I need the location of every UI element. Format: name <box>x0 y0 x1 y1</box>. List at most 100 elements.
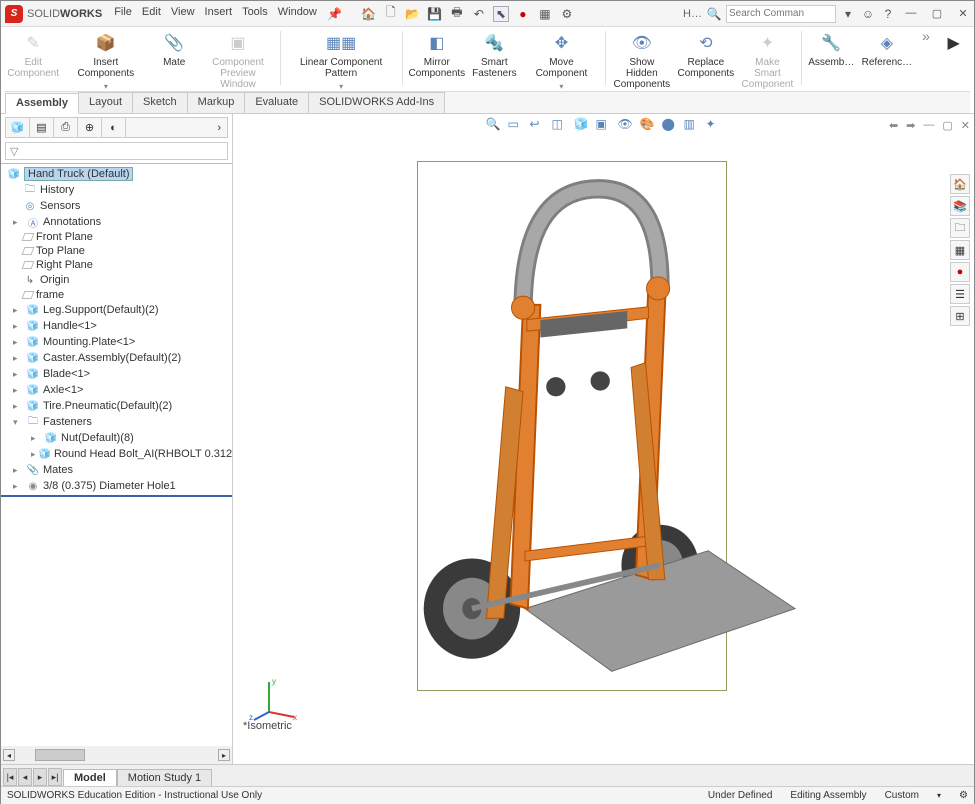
collapse-icon[interactable]: ▾ <box>13 417 23 428</box>
home-icon[interactable]: 🏠 <box>361 6 377 22</box>
doc-restore-icon[interactable]: — <box>923 119 934 131</box>
tree-blade[interactable]: ▸🧊Blade<1> <box>1 366 232 382</box>
tree-hole[interactable]: ▸◉3/8 (0.375) Diameter Hole1 <box>1 478 232 497</box>
tab-markup[interactable]: Markup <box>187 92 246 113</box>
tab-scroll-left-icon[interactable]: ◂ <box>18 768 32 786</box>
zoom-fit-icon[interactable]: 🔍 <box>486 117 502 133</box>
property-manager-tab[interactable]: ▤ <box>30 118 54 137</box>
tab-motion-study[interactable]: Motion Study 1 <box>117 769 212 786</box>
tab-scroll-right-icon[interactable]: ▸ <box>33 768 47 786</box>
tree-bolt[interactable]: ▸🧊Round Head Bolt_AI(RHBOLT 0.312 <box>1 446 232 462</box>
tree-annotations[interactable]: ▸ⒶAnnotations <box>1 214 232 230</box>
tab-scroll-end-icon[interactable]: ▸| <box>48 768 62 786</box>
menu-edit[interactable]: Edit <box>142 6 161 22</box>
overflow-button[interactable]: » <box>917 29 936 44</box>
chevron-down-icon[interactable]: ▾ <box>559 81 563 91</box>
make-smart-button[interactable]: ✦Make Smart Component <box>738 29 796 91</box>
print-icon[interactable]: 🖶 <box>449 6 465 22</box>
expand-icon[interactable]: ▸ <box>13 401 23 412</box>
doc-max-icon[interactable]: ▢ <box>942 119 952 132</box>
view-settings-icon[interactable]: ▥ <box>684 117 700 133</box>
status-units[interactable]: Custom <box>885 790 919 801</box>
model-hand-truck[interactable] <box>237 136 948 734</box>
tree-leg-support[interactable]: ▸🧊Leg.Support(Default)(2) <box>1 302 232 318</box>
open-icon[interactable]: 📂 <box>405 6 421 22</box>
move-component-button[interactable]: ✥Move Component▾ <box>521 29 601 91</box>
tree-frame[interactable]: frame <box>1 288 232 302</box>
view-palette-tab[interactable]: ▦ <box>950 240 970 260</box>
expand-icon[interactable]: ▸ <box>13 321 23 332</box>
component-preview-button[interactable]: ▣Component Preview Window <box>200 29 276 91</box>
minimize-icon[interactable]: — <box>904 7 918 20</box>
view-orientation-icon[interactable]: 🧊 <box>574 117 590 133</box>
tree-root[interactable]: 🧊Hand Truck (Default) <box>1 166 232 182</box>
file-explorer-tab[interactable]: 🗀 <box>950 218 970 238</box>
settings-icon[interactable]: ⚙ <box>559 6 575 22</box>
previous-view-icon[interactable]: ↩ <box>530 117 546 133</box>
sidebar-hscrollbar[interactable]: ◂ ▸ <box>1 746 232 764</box>
tree-handle[interactable]: ▸🧊Handle<1> <box>1 318 232 334</box>
zoom-area-icon[interactable]: ▭ <box>508 117 524 133</box>
tab-addins[interactable]: SOLIDWORKS Add-Ins <box>308 92 445 113</box>
scroll-thumb[interactable] <box>35 749 85 761</box>
manager-expand[interactable]: › <box>126 118 227 137</box>
hide-show-icon[interactable]: 👁 <box>618 117 634 133</box>
expand-icon[interactable]: ▸ <box>13 217 23 228</box>
design-library-tab[interactable]: 📚 <box>950 196 970 216</box>
scroll-left-icon[interactable]: ◂ <box>3 749 15 761</box>
tree-fasteners[interactable]: ▾🗀Fasteners <box>1 414 232 430</box>
tab-sketch[interactable]: Sketch <box>132 92 188 113</box>
scroll-right-icon[interactable]: ▸ <box>218 749 230 761</box>
chevron-down-icon[interactable]: ▾ <box>339 81 343 91</box>
menu-tools[interactable]: Tools <box>242 6 268 22</box>
tree-history[interactable]: 🗀History <box>1 182 232 198</box>
mirror-components-button[interactable]: ◧Mirror Components <box>406 29 467 81</box>
dimxpert-manager-tab[interactable]: ⊕ <box>78 118 102 137</box>
status-dropdown-icon[interactable]: ▾ <box>937 791 941 800</box>
tab-scroll-start-icon[interactable]: |◂ <box>3 768 17 786</box>
options-icon[interactable]: ▦ <box>537 6 553 22</box>
mate-button[interactable]: 📎Mate <box>150 29 198 70</box>
tree-origin[interactable]: ↳Origin <box>1 272 232 288</box>
search-dropdown-icon[interactable]: ▾ <box>840 6 856 22</box>
pin-icon[interactable]: 📌 <box>327 6 343 22</box>
save-icon[interactable]: 💾 <box>427 6 443 22</box>
expand-icon[interactable]: ▸ <box>13 369 23 380</box>
expand-icon[interactable]: ▸ <box>13 385 23 396</box>
new-icon[interactable]: 🗋 <box>383 6 399 22</box>
expand-icon[interactable]: ▸ <box>13 481 23 492</box>
menu-file[interactable]: File <box>114 6 132 22</box>
search-input[interactable] <box>726 5 836 23</box>
tree-filter[interactable]: ▽ <box>5 142 228 160</box>
expand-icon[interactable]: ▸ <box>13 465 23 476</box>
insert-components-button[interactable]: 📦Insert Components▾ <box>63 29 148 91</box>
apply-scene-icon[interactable]: ⬤ <box>662 117 678 133</box>
undo-icon[interactable]: ↶ <box>471 6 487 22</box>
expand-icon[interactable]: ▸ <box>31 433 41 444</box>
resources-tab[interactable]: 🏠 <box>950 174 970 194</box>
smart-fasteners-button[interactable]: 🔩Smart Fasteners <box>469 29 519 81</box>
expand-icon[interactable]: ▸ <box>13 353 23 364</box>
tree-tire[interactable]: ▸🧊Tire.Pneumatic(Default)(2) <box>1 398 232 414</box>
reference-geometry-button[interactable]: ◈Referenc… <box>859 29 915 70</box>
show-hidden-button[interactable]: 👁Show Hidden Components <box>610 29 673 91</box>
tree-mounting-plate[interactable]: ▸🧊Mounting.Plate<1> <box>1 334 232 350</box>
tree-nut[interactable]: ▸🧊Nut(Default)(8) <box>1 430 232 446</box>
assembly-features-button[interactable]: 🔧Assemb… <box>805 29 857 70</box>
maximize-icon[interactable]: ▢ <box>930 7 944 20</box>
doc-close-icon[interactable]: ✕ <box>961 119 970 132</box>
graphics-area[interactable]: 🔍 ▭ ↩ ◫ 🧊 ▣ 👁 🎨 ⬤ ▥ ✦ ⬅ ➡ — ▢ ✕ 🏠 📚 🗀 ▦ … <box>233 114 974 764</box>
view-triad[interactable]: y x z <box>249 672 299 722</box>
doc-prev-icon[interactable]: ⬅ <box>889 119 898 132</box>
tab-model[interactable]: Model <box>63 769 117 786</box>
close-icon[interactable]: ✕ <box>956 7 970 20</box>
linear-pattern-button[interactable]: ▦▦Linear Component Pattern▾ <box>285 29 398 91</box>
chevron-down-icon[interactable]: ▾ <box>104 81 108 91</box>
tab-assembly[interactable]: Assembly <box>5 93 79 114</box>
tree-front-plane[interactable]: Front Plane <box>1 230 232 244</box>
tab-evaluate[interactable]: Evaluate <box>244 92 309 113</box>
configuration-manager-tab[interactable]: ⎙ <box>54 118 78 137</box>
replace-components-button[interactable]: ⟲Replace Components <box>675 29 736 81</box>
tree-caster[interactable]: ▸🧊Caster.Assembly(Default)(2) <box>1 350 232 366</box>
feature-manager-tab[interactable]: 🧊 <box>6 118 30 137</box>
